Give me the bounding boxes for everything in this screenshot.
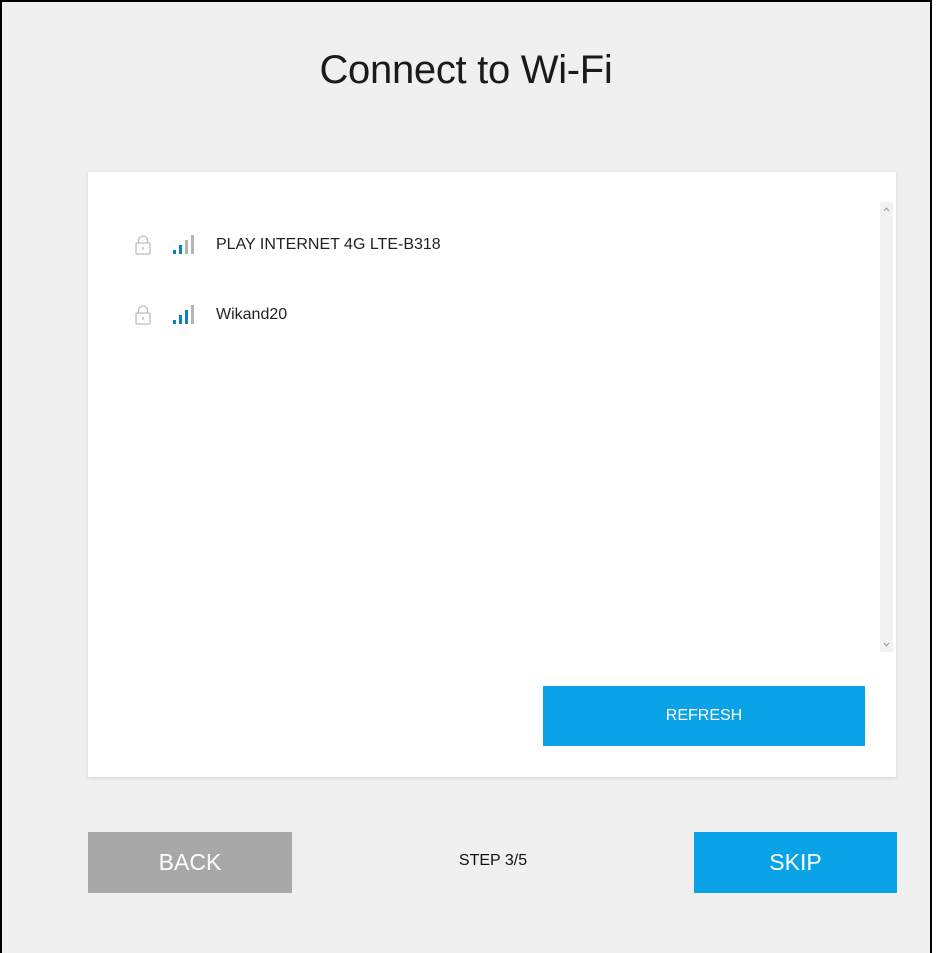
network-item[interactable]: Wikand20 [134, 299, 287, 331]
lock-icon [135, 235, 151, 255]
network-item[interactable]: PLAY INTERNET 4G LTE-B318 [134, 229, 441, 261]
setup-window: Connect to Wi-Fi PLAY INTERNET 4G LTE-B3… [0, 0, 932, 953]
skip-button[interactable]: SKIP [694, 832, 897, 893]
network-ssid: Wikand20 [216, 306, 288, 323]
network-list: PLAY INTERNET 4G LTE-B318 Wikand20 [88, 207, 878, 657]
wifi-signal-icon [173, 235, 194, 254]
lock-icon [135, 305, 151, 325]
network-card: PLAY INTERNET 4G LTE-B318 Wikand20 REFRE… [88, 172, 896, 777]
wifi-signal-icon [173, 305, 194, 324]
back-button[interactable]: BACK [88, 832, 292, 893]
refresh-button[interactable]: REFRESH [543, 686, 865, 746]
page-title: Connect to Wi-Fi [319, 48, 613, 92]
step-indicator: STEP 3/5 [458, 852, 528, 869]
network-ssid: PLAY INTERNET 4G LTE-B318 [216, 236, 441, 253]
network-list-scrollbar[interactable] [880, 202, 893, 652]
scroll-up-icon[interactable] [883, 206, 890, 213]
scroll-down-icon[interactable] [883, 641, 890, 648]
